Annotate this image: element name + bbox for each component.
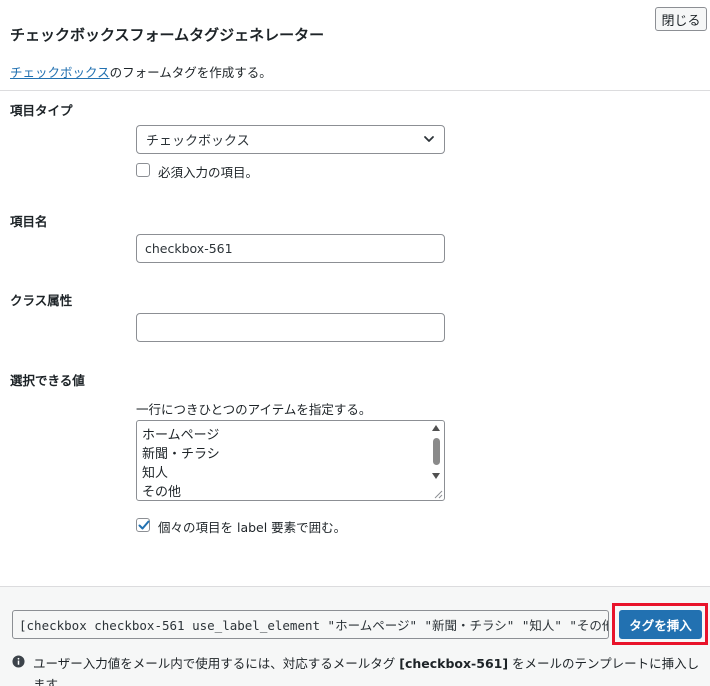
checkmark-icon	[138, 520, 150, 530]
scroll-down-arrow-icon[interactable]	[432, 473, 440, 479]
close-button[interactable]: 閉じる	[655, 7, 707, 31]
field-name-input[interactable]: checkbox-561	[136, 234, 445, 263]
values-label: 選択できる値	[10, 373, 85, 388]
field-type-select[interactable]: チェックボックス	[136, 125, 445, 154]
scroll-thumb[interactable]	[433, 438, 440, 465]
field-type-selected: チェックボックス	[146, 134, 250, 149]
intro-text: チェックボックスのフォームタグを作成する。	[10, 62, 272, 81]
values-line: 新聞・チラシ	[142, 447, 220, 462]
insert-tag-button[interactable]: タグを挿入	[619, 610, 702, 639]
class-attr-label: クラス属性	[10, 293, 73, 308]
chevron-down-icon	[424, 136, 434, 142]
field-name-label: 項目名	[10, 214, 48, 229]
mail-tag-code: [checkbox-561]	[399, 656, 509, 671]
class-attr-input[interactable]	[136, 313, 445, 342]
mail-tag-note: ユーザー入力値をメール内で使用するには、対応するメールタグ [checkbox-…	[33, 653, 701, 686]
header-divider	[0, 90, 710, 91]
values-line: ホームページ	[142, 428, 220, 443]
intro-suffix: のフォームタグを作成する。	[109, 65, 272, 80]
values-textarea[interactable]: ホームページ 新聞・チラシ 知人 その他	[136, 420, 445, 501]
values-line: その他	[142, 485, 182, 500]
scroll-up-arrow-icon[interactable]	[432, 425, 440, 431]
checkbox-help-link[interactable]: チェックボックス	[10, 65, 110, 80]
values-line: 知人	[142, 466, 169, 481]
resize-grip-icon[interactable]	[431, 487, 443, 499]
label-element-label: 個々の項目を label 要素で囲む。	[158, 520, 347, 535]
note-text-before: ユーザー入力値をメール内で使用するには、対応するメールタグ	[33, 656, 400, 671]
dialog-title: チェックボックスフォームタグジェネレーター	[10, 26, 325, 44]
required-checkbox-label: 必須入力の項目。	[158, 165, 259, 180]
field-type-label: 項目タイプ	[10, 103, 73, 118]
values-hint: 一行につきひとつのアイテムを指定する。	[136, 402, 372, 417]
required-checkbox[interactable]	[136, 163, 150, 177]
info-icon	[12, 655, 25, 668]
values-scrollbar[interactable]	[430, 423, 442, 485]
generated-tag-field[interactable]: [checkbox checkbox-561 use_label_element…	[12, 610, 609, 639]
label-element-checkbox[interactable]	[136, 518, 150, 532]
